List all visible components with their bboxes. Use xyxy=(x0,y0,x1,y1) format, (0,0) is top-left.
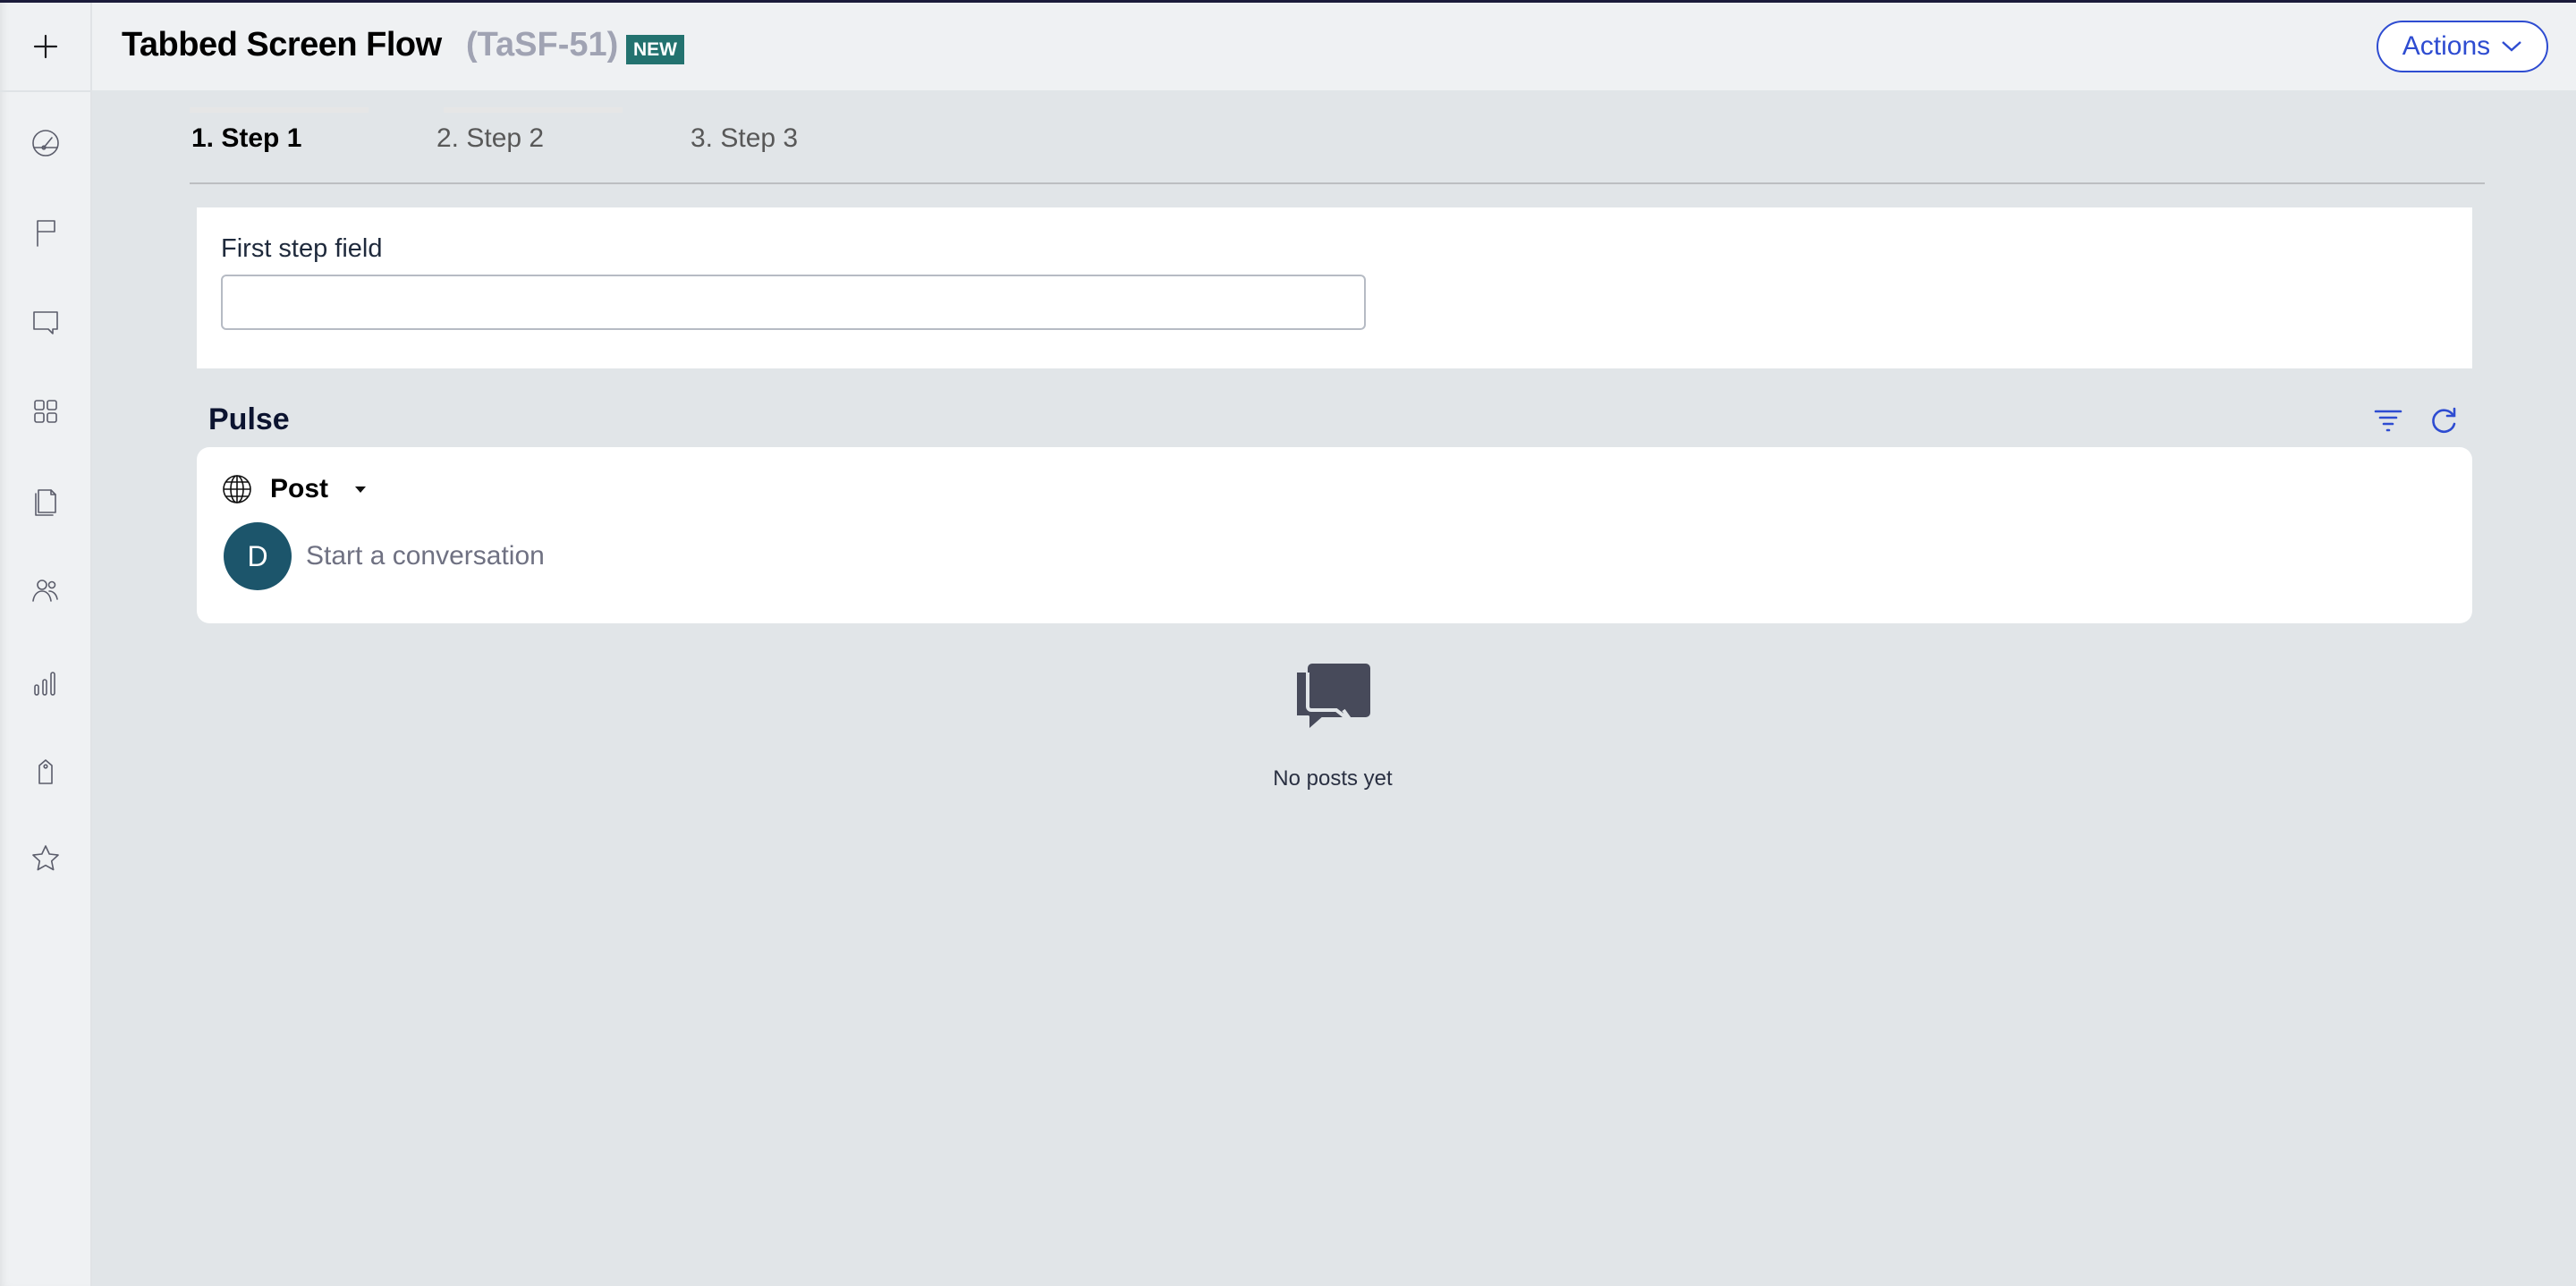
first-step-field-input[interactable] xyxy=(221,275,1366,330)
globe-icon xyxy=(223,475,251,503)
sidebar-item-dashboard[interactable] xyxy=(23,121,68,165)
sidebar-divider xyxy=(0,90,90,92)
empty-state: No posts yet xyxy=(1243,651,1422,791)
case-header: Tabbed Screen Flow (TaSF-51) NEW Actions xyxy=(92,3,2576,90)
plus-icon xyxy=(33,34,58,59)
actions-button[interactable]: Actions xyxy=(2377,21,2548,72)
refresh-button[interactable] xyxy=(2428,404,2460,436)
filter-icon xyxy=(2374,410,2402,432)
conversation-input[interactable] xyxy=(304,532,1381,580)
actions-label: Actions xyxy=(2402,31,2491,61)
tab-step-1[interactable]: 1. Step 1 xyxy=(191,123,301,154)
step-tabs: 1. Step 1 2. Step 2 3. Step 3 xyxy=(190,107,2485,184)
no-posts-text: No posts yet xyxy=(1273,766,1393,791)
case-title: Tabbed Screen Flow xyxy=(122,26,442,63)
sidebar-item-flag[interactable] xyxy=(23,210,68,255)
first-step-field-label: First step field xyxy=(221,234,383,263)
pulse-heading: Pulse xyxy=(208,402,290,436)
chevron-down-icon xyxy=(2502,41,2521,52)
documents-icon xyxy=(35,489,56,516)
sidebar xyxy=(0,3,92,1286)
users-icon xyxy=(32,580,58,602)
step-form-card: First step field xyxy=(197,207,2472,368)
case-id: (TaSF-51) xyxy=(466,26,619,63)
post-visibility-dropdown[interactable]: Post xyxy=(222,474,367,504)
post-type-label: Post xyxy=(270,474,329,503)
sidebar-item-messages[interactable] xyxy=(23,300,68,344)
flag-icon xyxy=(37,220,55,247)
tab-indicator-step-1 xyxy=(190,107,369,113)
tag-icon xyxy=(38,759,53,784)
pulse-composer: Post D xyxy=(197,447,2472,623)
sidebar-item-reports[interactable] xyxy=(23,661,68,706)
dashboard-icon xyxy=(32,130,59,157)
sidebar-item-users[interactable] xyxy=(23,568,68,613)
create-button[interactable] xyxy=(23,24,68,69)
pulse-toolbar xyxy=(2372,404,2460,436)
star-icon xyxy=(32,845,59,871)
refresh-icon xyxy=(2432,407,2456,433)
apps-grid-icon xyxy=(34,400,57,423)
avatar: D xyxy=(224,522,292,590)
sidebar-item-documents[interactable] xyxy=(23,478,68,523)
status-badge: NEW xyxy=(626,35,684,64)
chat-icon xyxy=(33,311,58,334)
caret-down-icon xyxy=(355,486,367,493)
conversation-icon xyxy=(1297,664,1370,728)
tab-step-3[interactable]: 3. Step 3 xyxy=(691,123,798,154)
tab-step-2[interactable]: 2. Step 2 xyxy=(436,123,544,154)
sidebar-item-tags[interactable] xyxy=(23,749,68,793)
sidebar-item-favorites[interactable] xyxy=(23,836,68,881)
tab-indicator-step-2 xyxy=(444,107,623,113)
reports-icon xyxy=(34,672,55,696)
filter-button[interactable] xyxy=(2372,404,2404,436)
sidebar-item-apps[interactable] xyxy=(23,389,68,434)
